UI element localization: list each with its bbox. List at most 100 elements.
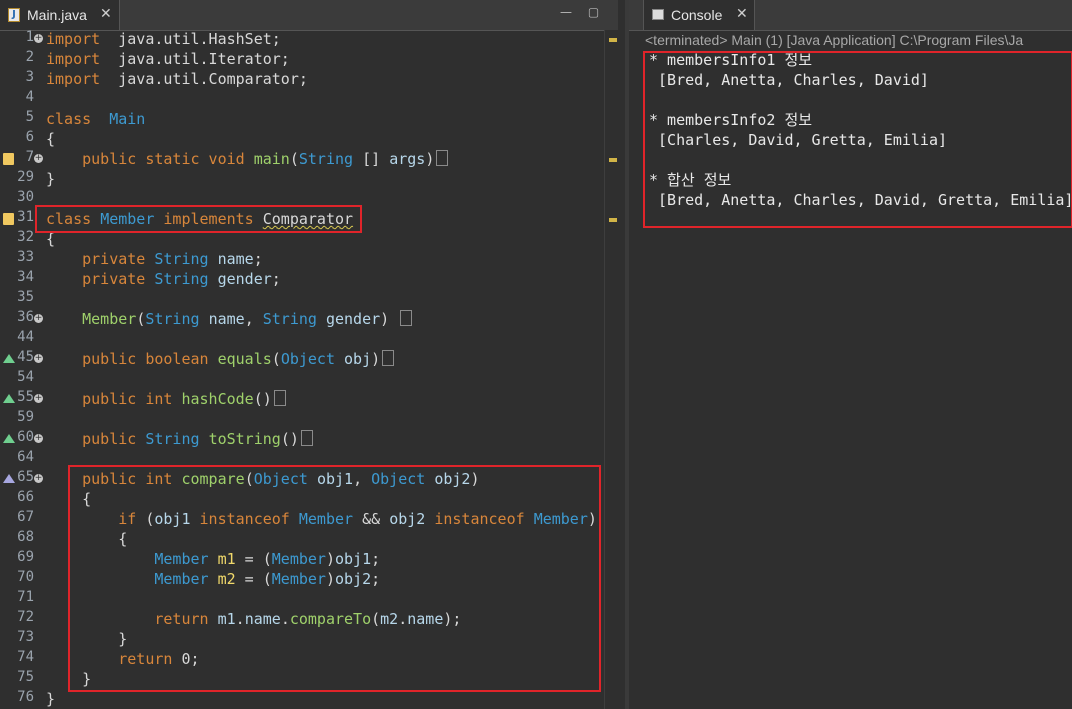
line-number: 5 [25, 109, 34, 125]
console-icon [652, 9, 664, 20]
overview-marker[interactable] [609, 158, 617, 162]
line-number: 75 [17, 669, 34, 685]
code-text: class Main [46, 110, 146, 128]
code-line[interactable]: 3 import java.util.Comparator; [0, 69, 604, 89]
code-text: private String name; [82, 250, 263, 268]
code-text: public static void main(String [] args) [46, 149, 449, 169]
java-file-icon: J [8, 8, 20, 22]
code-line[interactable]: 5 class Main [0, 109, 604, 129]
fold-toggle-icon[interactable]: + [34, 34, 43, 43]
fold-toggle-icon[interactable]: + [34, 354, 43, 363]
line-number: 64 [17, 449, 34, 465]
fold-toggle-icon[interactable]: + [34, 434, 43, 443]
fold-toggle-icon[interactable]: + [34, 394, 43, 403]
tab-label: Main.java [27, 7, 87, 23]
collapsed-block-icon[interactable] [400, 310, 413, 326]
code-line[interactable]: 59 [0, 409, 604, 429]
line-number: 7 [25, 149, 34, 165]
code-text: { [46, 130, 56, 148]
line-number: 71 [17, 589, 34, 605]
code-text: } [46, 690, 56, 708]
line-number: 36 [17, 309, 34, 325]
line-number: 1 [25, 29, 34, 45]
line-number: 60 [17, 429, 34, 445]
code-line[interactable]: 45 + public boolean equals(Object obj) [0, 349, 604, 369]
code-line[interactable]: 4 [0, 89, 604, 109]
code-text: public boolean equals(Object obj) [46, 349, 395, 369]
code-text: } [46, 170, 56, 188]
line-number: 72 [17, 609, 34, 625]
minimize-maximize-icon[interactable]: — ▢ [560, 5, 605, 19]
tab-main-java[interactable]: J Main.java ✕ [0, 0, 120, 30]
fold-toggle-icon[interactable]: + [34, 154, 43, 163]
line-number: 70 [17, 569, 34, 585]
code-text: import java.util.Comparator; [46, 70, 308, 88]
code-line[interactable]: 36 + Member(String name, String gender) [0, 309, 604, 329]
code-text: import java.util.HashSet; [46, 30, 281, 48]
highlight-class-declaration [35, 205, 362, 233]
code-line[interactable]: 54 [0, 369, 604, 389]
tab-console[interactable]: Console ✕ [643, 0, 755, 30]
line-number: 59 [17, 409, 34, 425]
line-number: 34 [17, 269, 34, 285]
collapsed-block-icon[interactable] [273, 390, 286, 406]
highlight-compare-method [68, 465, 601, 692]
code-line[interactable]: 60 + public String toString() [0, 429, 604, 449]
line-number: 54 [17, 369, 34, 385]
code-line[interactable]: 6{ [0, 129, 604, 149]
line-number: 30 [17, 189, 34, 205]
line-number: 35 [17, 289, 34, 305]
collapsed-block-icon[interactable] [382, 350, 395, 366]
collapsed-block-icon[interactable] [436, 150, 449, 166]
line-number: 3 [25, 69, 34, 85]
code-line[interactable]: 29} [0, 169, 604, 189]
code-line[interactable]: 1 + import java.util.HashSet; [0, 29, 604, 49]
overview-marker[interactable] [609, 218, 617, 222]
line-number: 69 [17, 549, 34, 565]
code-text: Member(String name, String gender) [46, 309, 413, 329]
code-line[interactable]: 76} [0, 689, 604, 709]
editor-pane: J Main.java ✕ — ▢ 1 + import java.util.Has… [0, 0, 619, 709]
code-text: public int hashCode() [46, 389, 286, 409]
overview-marker[interactable] [609, 38, 617, 42]
fold-toggle-icon[interactable]: + [34, 314, 43, 323]
line-number: 65 [17, 469, 34, 485]
highlight-console-output [643, 51, 1072, 228]
console-tab-bar: Console ✕ [629, 0, 1072, 31]
line-number: 31 [17, 209, 34, 225]
line-number: 66 [17, 489, 34, 505]
code-text: import java.util.Iterator; [46, 50, 290, 68]
line-number: 55 [17, 389, 34, 405]
line-number: 2 [25, 49, 34, 65]
overview-ruler[interactable] [604, 30, 619, 709]
editor-tab-bar: J Main.java ✕ — ▢ [0, 0, 618, 31]
line-number: 76 [17, 689, 34, 705]
line-number: 67 [17, 509, 34, 525]
line-number: 73 [17, 629, 34, 645]
code-line[interactable]: 35 [0, 289, 604, 309]
line-number: 32 [17, 229, 34, 245]
code-line[interactable]: 33 private String name; [0, 249, 604, 269]
code-line[interactable]: 55 + public int hashCode() [0, 389, 604, 409]
line-number: 33 [17, 249, 34, 265]
line-number: 4 [25, 89, 34, 105]
line-number: 6 [25, 129, 34, 145]
line-number: 29 [17, 169, 34, 185]
collapsed-block-icon[interactable] [300, 430, 313, 446]
close-icon[interactable]: ✕ [736, 6, 748, 22]
line-number: 44 [17, 329, 34, 345]
line-number: 45 [17, 349, 34, 365]
console-status: <terminated> Main (1) [Java Application]… [645, 32, 1024, 48]
line-number: 68 [17, 529, 34, 545]
code-line[interactable]: 44 [0, 329, 604, 349]
code-text: public String toString() [46, 429, 313, 449]
code-text: private String gender; [82, 270, 281, 288]
tab-label: Console [671, 7, 723, 23]
console-pane: Console ✕ <terminated> Main (1) [Java Ap… [625, 0, 1072, 709]
code-line[interactable]: 34 private String gender; [0, 269, 604, 289]
fold-toggle-icon[interactable]: + [34, 474, 43, 483]
code-line[interactable]: 2 import java.util.Iterator; [0, 49, 604, 69]
code-line[interactable]: 7 + public static void main(String [] arg… [0, 149, 604, 169]
line-number: 74 [17, 649, 34, 665]
close-icon[interactable]: ✕ [100, 6, 112, 22]
